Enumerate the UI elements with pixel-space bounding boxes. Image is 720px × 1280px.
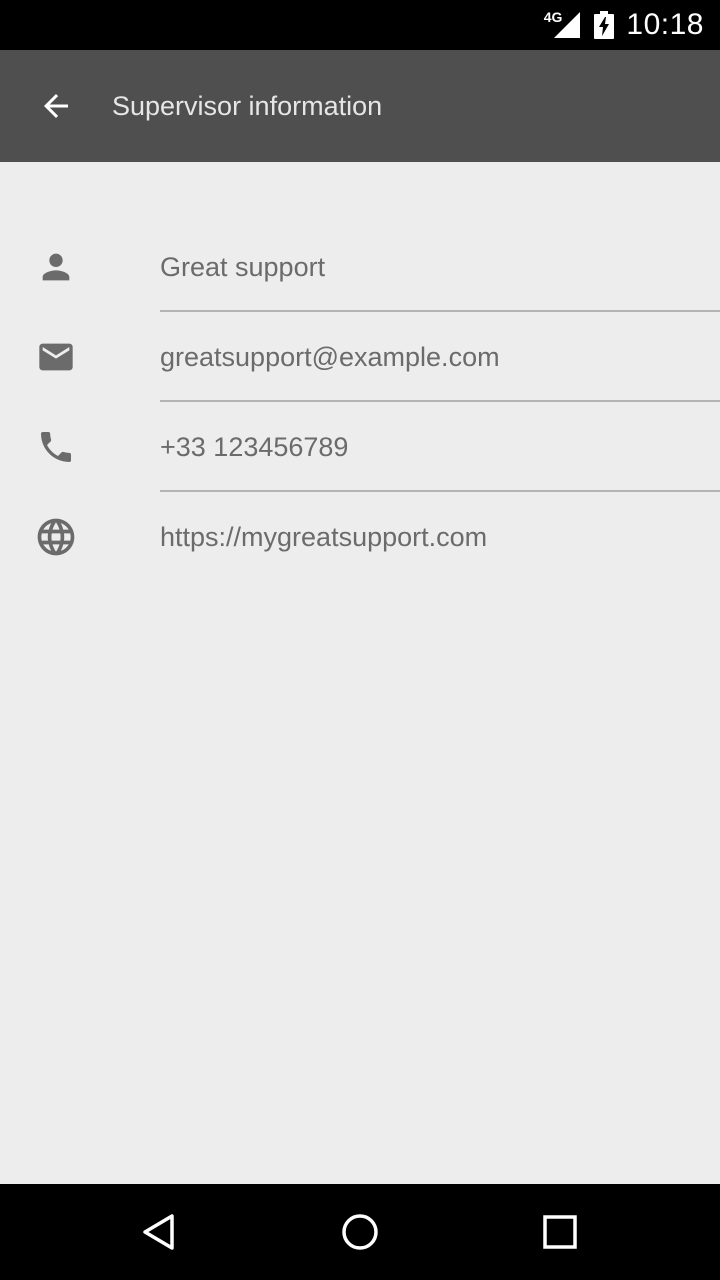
arrow-back-icon <box>44 94 68 118</box>
supervisor-website[interactable]: https://mygreatsupport.com <box>160 492 487 582</box>
supervisor-name-row: Great support <box>0 222 720 312</box>
supervisor-name: Great support <box>160 252 326 282</box>
person-icon <box>34 245 78 289</box>
supervisor-website-row[interactable]: https://mygreatsupport.com <box>0 492 720 582</box>
phone-icon <box>34 425 78 469</box>
toolbar: Supervisor information <box>0 50 720 162</box>
supervisor-phone[interactable]: +33 123456789 <box>160 402 348 492</box>
screen: 4G 10:18 Supervisor information Great su… <box>0 0 720 1280</box>
globe-icon <box>34 515 78 559</box>
back-button[interactable] <box>28 78 84 134</box>
status-bar: 4G 10:18 <box>0 0 720 50</box>
nav-recents-icon <box>543 1215 577 1249</box>
supervisor-email-row[interactable]: greatsupport@example.com <box>0 312 720 402</box>
page-title: Supervisor information <box>112 91 383 121</box>
clock: 10:18 <box>626 8 704 41</box>
supervisor-phone-row[interactable]: +33 123456789 <box>0 402 720 492</box>
navigation-bar <box>0 1184 720 1280</box>
battery-charging-icon <box>594 11 615 39</box>
network-type-label: 4G <box>543 9 563 25</box>
nav-home-icon <box>342 1214 378 1250</box>
nav-back-icon <box>143 1214 174 1250</box>
supervisor-email[interactable]: greatsupport@example.com <box>160 312 500 402</box>
nav-recents-button[interactable] <box>530 1202 590 1262</box>
supervisor-info-list: Great support greatsupport@example.com +… <box>0 162 720 1184</box>
nav-home-button[interactable] <box>330 1202 390 1262</box>
nav-back-button[interactable] <box>130 1202 190 1262</box>
email-icon <box>34 335 78 379</box>
status-icons: 4G 10:18 <box>544 0 704 50</box>
